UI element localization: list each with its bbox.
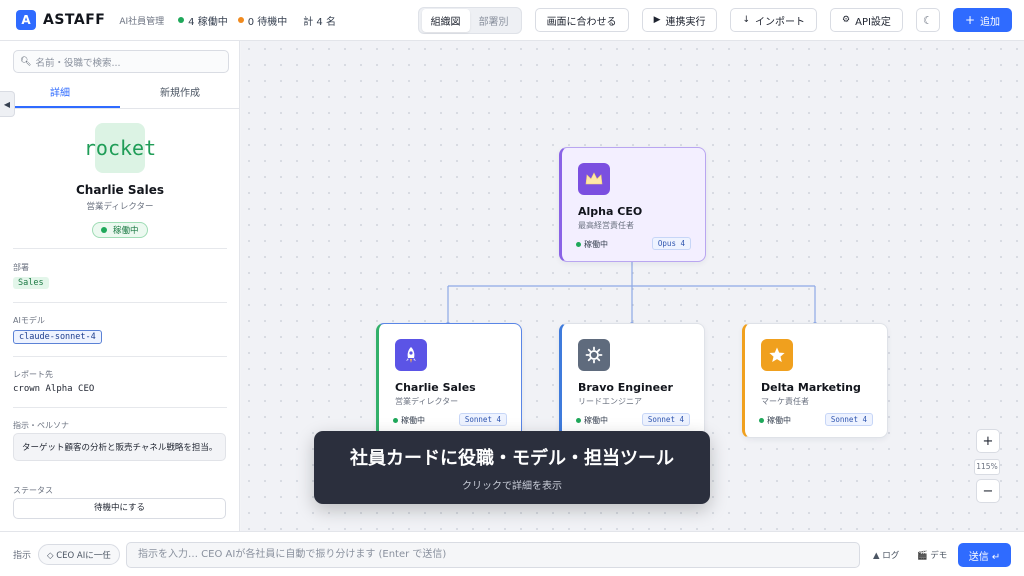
tooltip-subtitle: クリックで詳細を表示 <box>462 481 562 492</box>
model-badge: Sonnet 4 <box>824 413 873 426</box>
tab-details[interactable]: 詳細 <box>0 83 120 108</box>
idle-dot-icon <box>237 17 244 23</box>
send-button[interactable]: 送信 ↵ <box>958 543 1011 567</box>
employee-role: 最高経営責任者 <box>578 221 634 230</box>
view-toggle: 組織図 部署別 <box>417 6 522 34</box>
collapse-sidebar-button[interactable]: ◀ <box>0 91 15 117</box>
status-badge: 稼働中 <box>92 222 148 238</box>
zoom-out-button[interactable]: − <box>976 479 1000 503</box>
download-icon: ↓ <box>742 15 751 25</box>
crown-icon <box>578 163 610 195</box>
log-button[interactable]: ▲ ログ <box>873 549 899 561</box>
active-dot-icon <box>178 17 185 23</box>
stat-total: 計 4 名 <box>303 16 336 28</box>
employee-name: Alpha CEO <box>578 205 643 218</box>
tab-org-chart[interactable]: 組織図 <box>421 8 470 32</box>
app-subtitle: AI社員管理 <box>119 16 165 27</box>
profile-name: Charlie Sales <box>75 183 165 197</box>
demo-button[interactable]: 🎬 デモ <box>917 549 947 561</box>
gear-icon: ⚙ <box>842 15 851 25</box>
status-dot-icon <box>576 242 581 247</box>
department-label: 部署 <box>13 263 29 272</box>
model-badge: Sonnet 4 <box>458 413 507 426</box>
tab-by-department[interactable]: 部署別 <box>470 9 518 32</box>
status-dot-icon <box>576 418 581 423</box>
status-dot-icon <box>101 227 107 233</box>
moon-icon: ☾ <box>923 13 933 27</box>
plus-icon: + <box>964 13 975 27</box>
model-label: AIモデル <box>13 316 45 325</box>
employee-role: 営業ディレクター <box>395 397 459 406</box>
status-dot-icon <box>393 418 398 423</box>
model-badge: Sonnet 4 <box>641 413 690 426</box>
employee-card-sales[interactable]: Charlie Sales 営業ディレクター 稼働中 Sonnet 4 <box>376 323 522 438</box>
persona-label: 指示・ペルソナ <box>13 421 69 430</box>
employee-status: 稼働中 <box>759 415 791 426</box>
run-button[interactable]: ▶ 連携実行 <box>641 8 718 32</box>
report-to-value: crown Alpha CEO <box>13 384 95 394</box>
model-badge: Opus 4 <box>651 237 691 250</box>
employee-card-ceo[interactable]: Alpha CEO 最高経営責任者 稼働中 Opus 4 <box>559 147 706 262</box>
star-icon <box>761 339 793 371</box>
zoom-level: 115% <box>974 459 1000 475</box>
department-tag: Sales <box>13 277 49 289</box>
command-bar: 指示 ◇ CEO AIに一任 指示を入力… CEO AIが各社員に自動で振り分け… <box>0 531 1024 576</box>
employee-card-marketing[interactable]: Delta Marketing マーケ責任者 稼働中 Sonnet 4 <box>742 323 888 438</box>
persona-field[interactable]: ターゲット顧客の分析と販売チャネル戦略を担当。 <box>13 433 226 461</box>
search-input[interactable]: 🔍︎ 名前・役職で検索... <box>13 50 229 73</box>
avatar: rocket <box>84 123 156 173</box>
set-idle-button[interactable]: 待機中にする <box>13 498 226 519</box>
delegate-ceo-chip[interactable]: ◇ CEO AIに一任 <box>38 544 120 565</box>
employee-role: マーケ責任者 <box>761 397 809 406</box>
status-dot-icon <box>759 418 764 423</box>
app-header: A ASTAFF AI社員管理 4 稼働中 0 待機中 計 4 名 組織図 部署… <box>0 0 1024 41</box>
gear-icon <box>578 339 610 371</box>
feature-tooltip: 社員カードに役職・モデル・担当ツール クリックで詳細を表示 <box>314 431 710 504</box>
play-icon: ▶ <box>653 15 661 25</box>
command-input[interactable]: 指示を入力… CEO AIが各社員に自動で振り分けます (Enter で送信) <box>126 542 860 568</box>
search-icon: 🔍︎ <box>20 56 32 67</box>
employee-card-engineer[interactable]: Bravo Engineer リードエンジニア 稼働中 Sonnet 4 <box>559 323 705 438</box>
profile-role: 営業ディレクター <box>86 202 154 212</box>
fit-to-screen-button[interactable]: 画面に合わせる <box>534 8 629 32</box>
employee-role: リードエンジニア <box>578 397 642 406</box>
tooltip-title: 社員カードに役職・モデル・担当ツール <box>350 448 674 469</box>
add-button[interactable]: + 追加 <box>952 8 1012 32</box>
rocket-icon <box>395 339 427 371</box>
app-name: ASTAFF <box>43 12 106 28</box>
employee-status: 稼働中 <box>393 415 425 426</box>
report-to-label: レポート先 <box>13 370 53 379</box>
import-button[interactable]: ↓ インポート <box>730 8 818 32</box>
detail-sidebar: ◀ 🔍︎ 名前・役職で検索... 詳細 新規作成 rocket Charlie … <box>0 41 240 531</box>
theme-toggle-button[interactable]: ☾ <box>915 8 940 32</box>
sidebar-tabs: 詳細 新規作成 <box>0 83 240 109</box>
model-tag: claude-sonnet-4 <box>13 330 102 344</box>
employee-name: Charlie Sales <box>395 381 476 394</box>
status-label: ステータス <box>13 486 53 495</box>
stat-idle: 0 待機中 <box>237 13 287 28</box>
zoom-in-button[interactable]: + <box>976 429 1000 453</box>
command-label: 指示 <box>13 551 32 561</box>
logo-icon: A <box>16 10 36 30</box>
employee-status: 稼働中 <box>576 415 608 426</box>
api-settings-button[interactable]: ⚙ API設定 <box>830 8 903 32</box>
employee-name: Delta Marketing <box>761 381 861 394</box>
employee-name: Bravo Engineer <box>578 381 673 394</box>
tab-create-new[interactable]: 新規作成 <box>120 83 240 108</box>
chevron-left-icon: ◀ <box>3 99 11 109</box>
employee-status: 稼働中 <box>576 239 608 250</box>
stat-active: 4 稼働中 <box>178 13 228 28</box>
